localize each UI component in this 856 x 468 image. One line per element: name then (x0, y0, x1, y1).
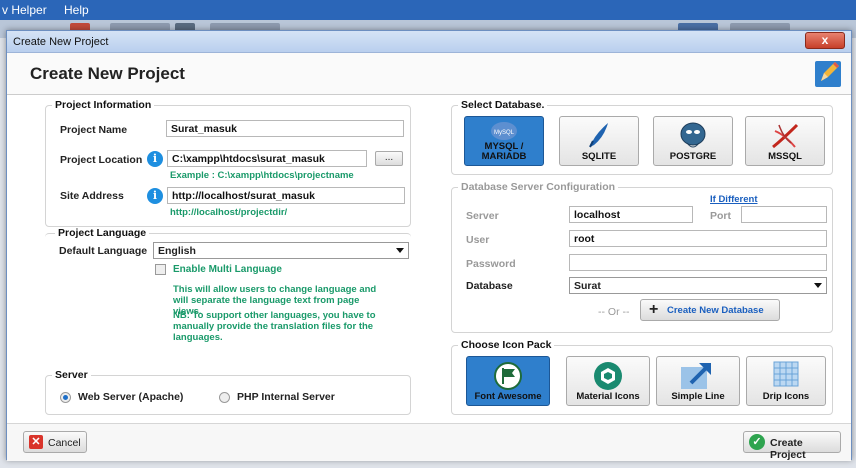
db-option-mysql[interactable]: MySQL MYSQL / MARIADB (464, 116, 544, 166)
arrow-up-right-icon (681, 363, 711, 389)
menu-helper[interactable]: v Helper (2, 3, 47, 17)
db-config-group: Database Server Configuration If Differe… (451, 181, 833, 333)
password-input[interactable] (569, 254, 827, 271)
web-server-radio[interactable] (60, 392, 71, 403)
password-label: Password (466, 258, 516, 270)
browse-button[interactable]: ... (375, 151, 403, 166)
page-title: Create New Project (30, 64, 185, 83)
port-label: Port (710, 210, 731, 222)
project-location-label: Project Location (60, 154, 143, 166)
close-icon: ✕ (29, 435, 43, 449)
icon-pack-label: Font Awesome (474, 391, 542, 402)
create-project-button[interactable]: ✓ Create Project (743, 431, 841, 461)
db-option-line: MARIADB (481, 151, 527, 162)
info-icon[interactable]: i (147, 151, 163, 167)
create-database-label: Create New Database (667, 305, 764, 316)
server-input[interactable]: localhost (569, 206, 693, 223)
icon-pack-drip[interactable]: Drip Icons (746, 356, 826, 406)
server-label: Server (466, 210, 499, 222)
port-input[interactable] (741, 206, 827, 223)
create-database-button[interactable]: + Create New Database (640, 299, 780, 321)
icon-pack-label: Material Icons (576, 391, 640, 402)
project-name-input[interactable]: Surat_masuk (166, 120, 404, 137)
menu-help[interactable]: Help (64, 3, 89, 17)
project-information-group: Project Information Project Name Surat_m… (45, 99, 411, 227)
web-server-label[interactable]: Web Server (Apache) (78, 391, 183, 403)
mysql-logo-text: MySQL (494, 130, 515, 136)
db-option-label: MYSQL / MARIADB (465, 142, 543, 162)
cancel-label: Cancel (48, 437, 81, 449)
icon-pack-material[interactable]: Material Icons (566, 356, 650, 406)
default-language-select[interactable]: English (153, 242, 409, 259)
db-option-label: SQLITE (581, 151, 617, 162)
project-location-input[interactable]: C:\xampp\htdocs\surat_masuk (167, 150, 367, 167)
check-icon: ✓ (749, 434, 765, 450)
chevron-down-icon (396, 248, 404, 253)
icon-pack-group: Choose Icon Pack Font Awesome Material I… (451, 339, 833, 415)
db-option-label: MSSQL (768, 151, 802, 162)
location-hint: Example : C:\xampp\htdocs\projectname (170, 170, 354, 181)
grid-icon (773, 361, 799, 387)
db-option-mssql[interactable]: MSSQL (745, 116, 825, 166)
server-title: Server (52, 369, 91, 381)
select-database-title: Select Database. (458, 99, 548, 111)
icon-pack-font-awesome[interactable]: Font Awesome (466, 356, 550, 406)
user-input[interactable]: root (569, 230, 827, 247)
dialog-header: Create New Project (7, 53, 851, 95)
site-address-input[interactable]: http://localhost/surat_masuk (167, 187, 405, 204)
info-icon[interactable]: i (147, 188, 163, 204)
pencil-icon (815, 61, 841, 87)
user-label: User (466, 234, 490, 246)
db-option-sqlite[interactable]: SQLITE (559, 116, 639, 166)
sqlite-icon (589, 123, 608, 148)
select-database-group: Select Database. MySQL MYSQL / MARIADB SQ… (451, 99, 833, 175)
close-button[interactable]: x (805, 32, 845, 49)
project-language-title: Project Language (55, 227, 150, 239)
or-separator: -- Or -- (598, 306, 630, 318)
default-language-value: English (158, 245, 196, 257)
app-menubar: v Helper Help (0, 0, 856, 20)
db-option-postgre[interactable]: POSTGRE (653, 116, 733, 166)
mysql-icon: MySQL (491, 122, 517, 140)
chevron-down-icon (814, 283, 822, 288)
db-config-title: Database Server Configuration (458, 181, 619, 193)
dialog-titlebar[interactable]: Create New Project x (7, 31, 851, 53)
postgresql-icon (680, 122, 706, 148)
php-server-label[interactable]: PHP Internal Server (237, 391, 335, 403)
material-icon (594, 362, 622, 390)
mssql-icon (772, 123, 799, 149)
php-server-radio[interactable] (219, 392, 230, 403)
database-select[interactable]: Surat (569, 277, 827, 294)
icon-pack-title: Choose Icon Pack (458, 339, 555, 351)
database-value: Surat (574, 280, 601, 292)
icon-pack-simple-line[interactable]: Simple Line (656, 356, 740, 406)
if-different-link[interactable]: If Different (710, 194, 758, 205)
default-language-label: Default Language (59, 245, 148, 257)
database-label: Database (466, 280, 513, 292)
dialog-footer: ✕ Cancel ✓ Create Project (7, 423, 851, 461)
dialog-title: Create New Project (13, 36, 109, 48)
icon-pack-label: Drip Icons (762, 391, 810, 402)
project-information-title: Project Information (52, 99, 155, 111)
multi-language-label[interactable]: Enable Multi Language (173, 264, 282, 275)
db-option-label: POSTGRE (669, 151, 717, 162)
site-address-label: Site Address (60, 190, 124, 202)
project-language-group: Project Language Default Language Englis… (45, 227, 411, 357)
multi-language-checkbox[interactable] (155, 264, 166, 275)
server-group: Server Web Server (Apache) PHP Internal … (45, 369, 411, 415)
create-project-dialog: Create New Project x Create New Project … (6, 30, 852, 461)
site-hint: http://localhost/projectdir/ (170, 207, 288, 218)
cancel-button[interactable]: ✕ Cancel (23, 431, 87, 453)
plus-icon: + (649, 301, 659, 318)
flag-icon (494, 362, 522, 390)
create-project-label: Create Project (770, 437, 806, 461)
icon-pack-label: Simple Line (671, 391, 725, 402)
project-name-label: Project Name (60, 124, 128, 136)
translation-note: NB: To support other languages, you have… (173, 310, 376, 343)
